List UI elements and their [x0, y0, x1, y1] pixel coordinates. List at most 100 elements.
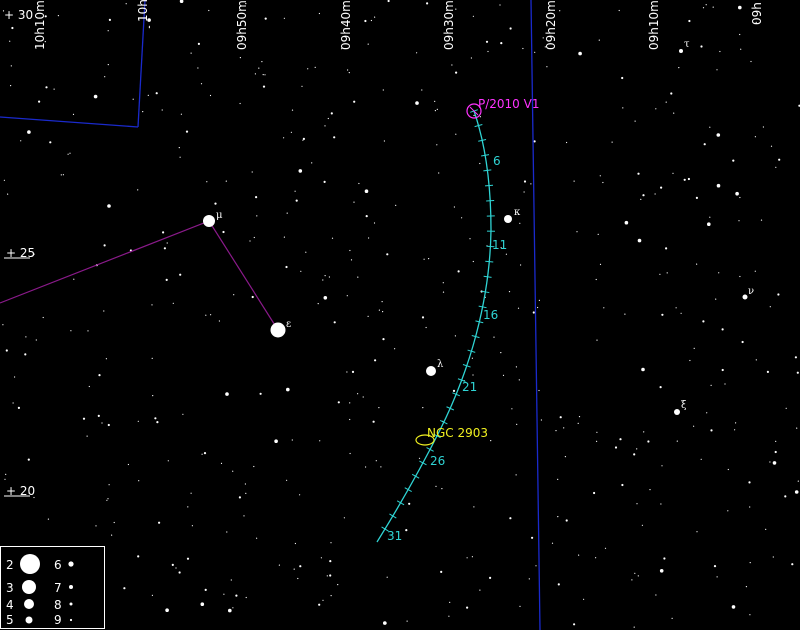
field-star	[619, 438, 622, 441]
field-star	[262, 85, 266, 88]
field-star	[499, 4, 501, 6]
field-star	[418, 457, 421, 459]
field-star	[311, 162, 313, 164]
field-star	[378, 309, 380, 311]
star-label-epsilon: ε	[286, 319, 291, 330]
field-star	[595, 278, 597, 281]
field-star	[735, 422, 737, 424]
field-star	[328, 276, 330, 278]
field-star	[364, 19, 367, 23]
field-star	[557, 516, 559, 518]
star-chart[interactable]: 10h10m 10h 09h50m 09h40m 09h30m 09h20m 0…	[0, 0, 800, 630]
field-star	[47, 518, 50, 520]
field-star	[330, 112, 333, 115]
field-star	[774, 450, 777, 454]
field-star	[262, 74, 264, 76]
field-star	[471, 556, 473, 558]
star-xi[interactable]	[674, 409, 680, 415]
field-star	[373, 222, 376, 224]
field-star	[518, 379, 520, 381]
field-star	[107, 30, 109, 32]
legend-star-9	[69, 618, 73, 622]
field-star	[436, 108, 438, 110]
field-star	[111, 534, 113, 536]
field-star	[386, 576, 388, 578]
field-star	[203, 452, 207, 455]
field-star	[314, 66, 316, 68]
field-star	[38, 100, 41, 103]
field-star	[532, 311, 535, 314]
star-label-lambda: λ	[437, 359, 444, 370]
field-star	[472, 374, 474, 376]
field-star	[7, 193, 9, 195]
field-star	[593, 491, 596, 495]
field-star	[794, 356, 798, 359]
field-star	[637, 238, 642, 243]
field-star	[519, 222, 521, 224]
field-star	[640, 198, 642, 200]
field-star	[665, 247, 668, 250]
field-star	[175, 567, 177, 569]
star-lambda[interactable]	[426, 366, 436, 376]
field-star	[387, 0, 390, 3]
field-star	[672, 172, 674, 174]
field-star	[578, 554, 580, 556]
legend-mag-7: 7	[54, 581, 62, 595]
field-star	[107, 64, 109, 66]
field-star	[633, 453, 636, 456]
field-star	[337, 584, 339, 586]
field-star	[794, 490, 799, 494]
field-star	[351, 370, 355, 373]
field-star	[256, 537, 258, 539]
star-epsilon[interactable]	[270, 322, 286, 338]
field-star	[330, 542, 332, 544]
field-star	[415, 101, 419, 105]
field-star	[186, 557, 190, 560]
field-star	[209, 94, 212, 97]
field-star	[470, 57, 472, 59]
field-star	[225, 392, 229, 396]
field-star	[205, 314, 207, 316]
field-star	[286, 387, 290, 392]
field-star	[715, 298, 717, 300]
star-tau[interactable]	[679, 49, 683, 53]
field-star	[716, 69, 718, 71]
field-star	[659, 273, 661, 275]
field-star	[235, 594, 238, 597]
field-star	[479, 162, 481, 165]
field-star	[274, 439, 278, 444]
field-star	[350, 259, 353, 261]
field-star	[381, 301, 383, 303]
field-star	[60, 174, 62, 176]
field-star	[88, 385, 90, 388]
field-star	[750, 60, 752, 63]
field-star	[769, 306, 771, 308]
field-star	[537, 306, 539, 309]
star-mu[interactable]	[203, 215, 215, 227]
field-star	[796, 427, 798, 429]
field-star	[4, 478, 6, 480]
field-star	[333, 321, 336, 324]
field-star	[489, 576, 492, 580]
star-kappa[interactable]	[504, 215, 512, 223]
ra-label-09h50m: 09h50m	[235, 0, 249, 50]
field-star	[739, 275, 741, 278]
field-star	[382, 338, 385, 341]
field-star	[796, 371, 799, 374]
field-star	[317, 303, 319, 305]
field-star	[770, 145, 773, 147]
field-star	[522, 47, 524, 50]
field-star	[232, 607, 234, 609]
magnitude-legend: 2 3 4 5 6 7 8 9	[0, 546, 105, 629]
field-star	[732, 159, 735, 162]
legend-mag-8: 8	[54, 598, 62, 612]
field-star	[97, 414, 100, 417]
star-nu[interactable]	[742, 294, 748, 300]
field-star	[180, 113, 182, 115]
legend-star-6	[68, 561, 74, 567]
field-star	[297, 577, 299, 580]
field-star	[540, 419, 543, 421]
field-star	[301, 85, 303, 87]
field-star	[161, 109, 163, 111]
field-star	[200, 602, 205, 606]
